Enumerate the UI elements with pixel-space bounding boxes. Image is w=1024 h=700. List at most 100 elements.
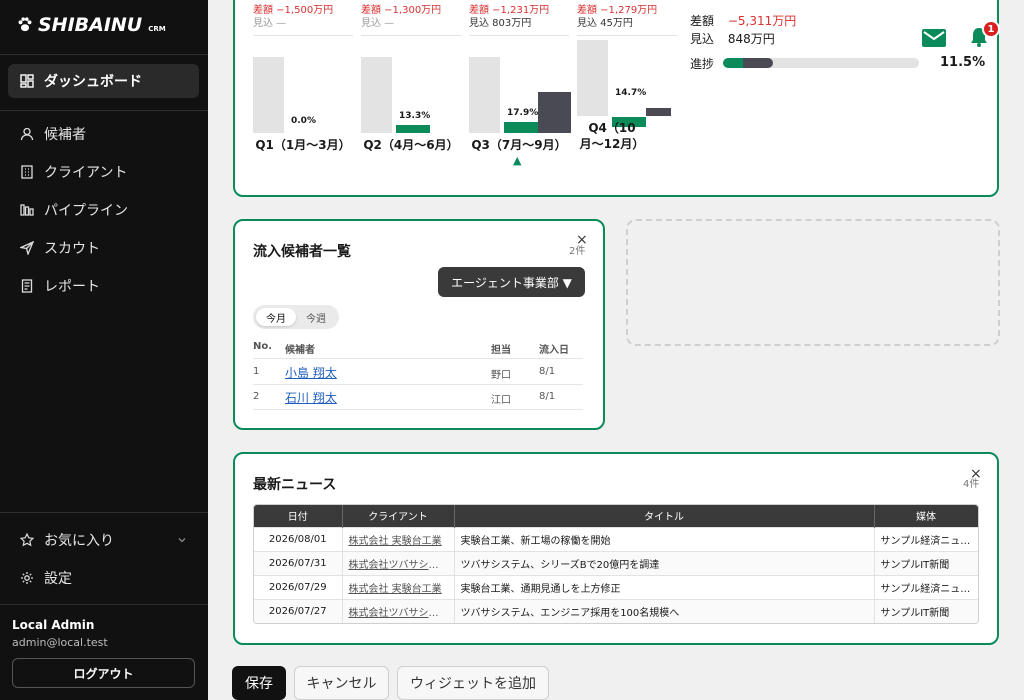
building-icon	[21, 165, 33, 179]
candidate-link[interactable]: 小島 翔太	[285, 364, 337, 381]
sidebar-item-scout[interactable]: スカウト	[8, 231, 199, 265]
column-header-owner: 担当	[491, 345, 511, 356]
sidebar-item-reports[interactable]: レポート	[8, 269, 199, 303]
quarter-forecast: 見込 803万円	[469, 18, 532, 29]
notification-badge: 1	[982, 20, 1000, 38]
pipeline-icon	[20, 204, 34, 216]
achievement-percent: 0.0%	[291, 116, 316, 126]
sidebar-item-clients[interactable]: クライアント	[8, 155, 199, 189]
sidebar-divider	[0, 512, 208, 513]
summary-forecast: 見込 848万円	[690, 30, 775, 47]
chevron-down-icon	[178, 538, 186, 543]
target-bar	[577, 40, 608, 116]
row-no: 1	[253, 366, 260, 377]
sidebar-item-dashboard[interactable]: ダッシュボード	[8, 64, 199, 98]
quarter-label: Q3（7月〜9月）	[471, 138, 567, 152]
table-row[interactable]: 2026/08/01 株式会社 実験台工業 実験台工業、新工場の稼働を開始 サンプル経…	[254, 526, 978, 551]
sidebar-item-label: 候補者	[44, 127, 86, 143]
sidebar-divider	[0, 110, 208, 111]
sidebar-item-label: お気に入り	[44, 533, 114, 549]
gear-icon	[21, 572, 33, 584]
close-icon[interactable]: ×	[970, 466, 982, 482]
target-bar	[253, 57, 284, 133]
client-link[interactable]: 株式会社 実験台工業	[342, 526, 455, 551]
period-toggle: 今月 今週	[253, 305, 339, 329]
client-link[interactable]: 株式会社ツバサシステム	[342, 550, 455, 575]
sidebar-divider	[0, 54, 208, 55]
table-divider	[253, 358, 583, 359]
summary-forecast-label: 見込	[690, 32, 715, 46]
column-header-client: クライアント	[342, 505, 455, 527]
close-icon[interactable]: ×	[576, 232, 588, 248]
quarter-forecast: 見込 —	[253, 18, 287, 29]
save-button[interactable]: 保存	[232, 666, 286, 700]
candidate-link[interactable]: 石川 翔太	[285, 389, 337, 406]
achievement-percent: 17.9%	[507, 108, 539, 118]
column-header-title: タイトル	[454, 505, 875, 527]
news-media: サンプル経済ニュース	[874, 574, 978, 599]
news-title-cell[interactable]: 実験台工業、通期見通しを上方修正	[454, 574, 875, 599]
news-date: 2026/07/27	[254, 598, 343, 623]
table-divider	[253, 409, 583, 410]
dashboard-icon	[20, 74, 34, 88]
quarter-divider	[253, 35, 353, 36]
add-widget-button[interactable]: ウィジェットを追加	[397, 666, 549, 700]
department-dropdown[interactable]: エージェント事業部 ▼	[438, 267, 585, 297]
sidebar-item-label: 設定	[44, 571, 72, 587]
send-icon	[20, 241, 34, 255]
news-media: サンプル経済ニュース	[874, 526, 978, 551]
news-title-cell[interactable]: 実験台工業、新工場の稼働を開始	[454, 526, 875, 551]
quarter-label: Q4（10月〜12月）	[579, 121, 645, 151]
user-email: admin@local.test	[12, 636, 108, 649]
column-header-media: 媒体	[874, 505, 978, 527]
tab-this-month[interactable]: 今月	[256, 308, 296, 326]
progress-bar-fill	[723, 58, 773, 68]
sidebar-item-pipeline[interactable]: パイプライン	[8, 193, 199, 227]
client-link[interactable]: 株式会社 実験台工業	[342, 574, 455, 599]
news-title-cell[interactable]: ツバサシステム、エンジニア採用を100名規模へ	[454, 598, 875, 623]
empty-widget-slot[interactable]	[626, 219, 1000, 346]
forecast-bar	[646, 108, 671, 116]
tab-this-week[interactable]: 今週	[296, 308, 336, 326]
table-row[interactable]: 2026/07/31 株式会社ツバサシステム ツバサシステム、シリーズBで20億円を…	[254, 550, 978, 575]
sidebar-item-favorites[interactable]: お気に入り	[8, 523, 199, 557]
mail-icon[interactable]	[922, 29, 946, 47]
progress-label: 進捗	[690, 57, 715, 71]
table-row[interactable]: 2026/07/29 株式会社 実験台工業 実験台工業、通期見通しを上方修正 サンプル…	[254, 574, 978, 599]
quarter-divider	[361, 35, 461, 36]
logout-button[interactable]: ログアウト	[12, 658, 195, 688]
column-header-date: 流入日	[539, 345, 569, 356]
table-row[interactable]: 2026/07/27 株式会社ツバサシステム ツバサシステム、エンジニア採用を100…	[254, 598, 978, 623]
person-icon	[20, 127, 34, 141]
column-header-no: No.	[253, 341, 273, 352]
quarter-label: Q2（4月〜6月）	[363, 138, 459, 152]
star-icon	[20, 533, 34, 547]
client-link[interactable]: 株式会社ツバサシステム	[342, 598, 455, 623]
target-bar	[361, 57, 392, 133]
row-date: 8/1	[539, 366, 556, 377]
sidebar-item-label: レポート	[44, 279, 100, 295]
quarter-divider	[577, 35, 677, 36]
user-name: Local Admin	[12, 618, 95, 632]
table-divider	[253, 384, 583, 385]
news-date: 2026/07/29	[254, 574, 343, 599]
summary-forecast-value: 848万円	[727, 32, 775, 46]
news-media: サンプルIT新聞	[874, 550, 978, 575]
sidebar-item-settings[interactable]: 設定	[8, 561, 199, 595]
news-title-cell[interactable]: ツバサシステム、シリーズBで20億円を調達	[454, 550, 875, 575]
column-header-candidate: 候補者	[285, 345, 315, 356]
sidebar-divider	[0, 604, 208, 605]
quarter-diff: 差額 −1,300万円	[361, 5, 442, 16]
cancel-button[interactable]: キャンセル	[294, 666, 389, 700]
app-logo[interactable]: SHIBAINU CRM	[16, 14, 166, 36]
progress-percent: 11.5%	[940, 55, 986, 70]
actual-bar	[504, 122, 538, 133]
quarter-forecast: 見込 —	[361, 18, 395, 29]
target-bar	[469, 57, 500, 133]
quarter-diff: 差額 −1,231万円	[469, 5, 550, 16]
sidebar-item-candidates[interactable]: 候補者	[8, 117, 199, 151]
forecast-bar	[538, 92, 571, 133]
row-owner: 江口	[491, 395, 511, 406]
column-header-date: 日付	[254, 505, 343, 527]
summary-diff-label: 差額	[690, 14, 715, 28]
